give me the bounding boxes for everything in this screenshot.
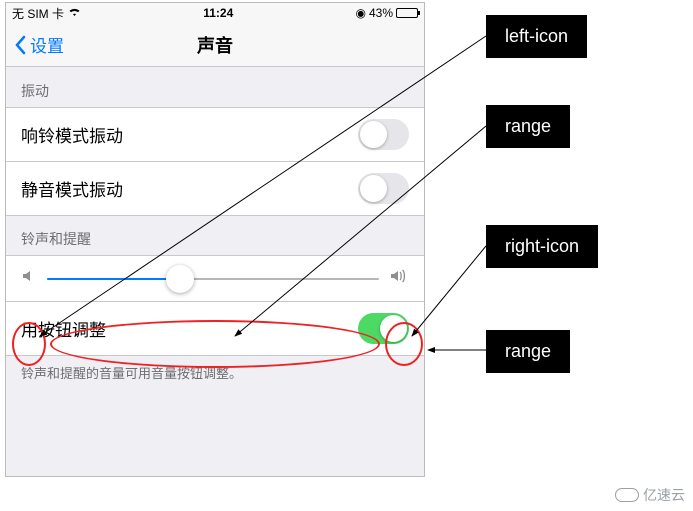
- vibration-header: 振动: [6, 67, 424, 107]
- back-label: 设置: [30, 32, 64, 57]
- ring-vibrate-row[interactable]: 响铃模式振动: [6, 107, 424, 162]
- wifi-icon: [68, 6, 81, 20]
- watermark-text: 亿速云: [643, 485, 685, 505]
- alarm-icon: ◉: [355, 6, 365, 20]
- ring-vibrate-label: 响铃模式振动: [21, 122, 123, 147]
- silent-vibrate-row[interactable]: 静音模式振动: [6, 161, 424, 216]
- button-adjust-row[interactable]: 用按钮调整: [6, 301, 424, 356]
- volume-slider[interactable]: [47, 278, 379, 280]
- nav-bar: 设置 声音: [6, 23, 424, 67]
- speaker-high-icon: [389, 268, 409, 289]
- silent-vibrate-toggle[interactable]: [358, 173, 409, 204]
- footer-text: 铃声和提醒的音量可用音量按钮调整。: [6, 355, 424, 390]
- button-adjust-toggle[interactable]: [358, 313, 409, 344]
- annotation-label-left-icon: left-icon: [486, 15, 587, 58]
- volume-slider-row: [6, 255, 424, 302]
- ringer-header: 铃声和提醒: [6, 215, 424, 255]
- status-time: 11:24: [81, 6, 355, 20]
- ring-vibrate-toggle[interactable]: [358, 119, 409, 150]
- status-bar: 无 SIM 卡 11:24 ◉ 43%: [6, 3, 424, 23]
- battery-pct: 43%: [369, 6, 393, 20]
- speaker-low-icon: [21, 268, 37, 289]
- back-button[interactable]: 设置: [6, 32, 64, 57]
- cloud-icon: [615, 488, 639, 502]
- carrier-text: 无 SIM 卡: [12, 5, 64, 22]
- annotation-label-right-icon: right-icon: [486, 225, 598, 268]
- ios-settings-screen: 无 SIM 卡 11:24 ◉ 43% 设置 声音 振动 响铃模式振动 静音模式…: [5, 2, 425, 477]
- annotation-label-range-2: range: [486, 330, 570, 373]
- battery-icon: [396, 8, 418, 18]
- watermark: 亿速云: [615, 485, 685, 505]
- annotation-label-range-1: range: [486, 105, 570, 148]
- silent-vibrate-label: 静音模式振动: [21, 176, 123, 201]
- page-title: 声音: [6, 32, 424, 58]
- chevron-left-icon: [14, 35, 26, 55]
- button-adjust-label: 用按钮调整: [21, 316, 106, 341]
